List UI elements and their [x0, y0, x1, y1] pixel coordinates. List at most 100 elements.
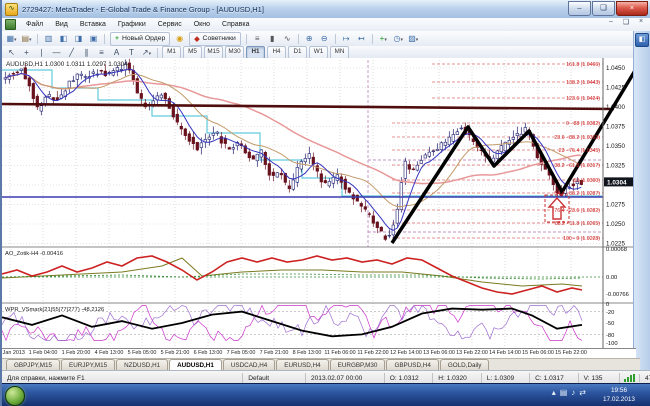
crosshair-tool-icon[interactable]: + — [20, 47, 33, 59]
toolbar-separator — [37, 34, 38, 44]
chart-shift-icon[interactable]: ↤ — [355, 33, 368, 45]
svg-text:0.00: 0.00 — [606, 275, 617, 281]
dropdown-arrow-icon: ▾ — [14, 37, 17, 43]
navigator-icon[interactable]: ◨ — [72, 33, 85, 45]
channel-tool-icon[interactable]: ∥ — [80, 47, 93, 59]
svg-text:-0.00766: -0.00766 — [606, 292, 629, 298]
svg-text:AO_Zotik-H4 -0.00416: AO_Zotik-H4 -0.00416 — [5, 251, 63, 257]
child-restore-button[interactable]: ❑ — [620, 18, 632, 26]
candlestick-chart-icon[interactable]: ▮ — [266, 33, 279, 45]
svg-text:23 - 76.4 (1.0345): 23 - 76.4 (1.0345) — [559, 148, 601, 154]
dropdown-arrow-icon: ▾ — [29, 37, 32, 43]
periods-icon[interactable]: ◷▾ — [392, 33, 405, 45]
svg-text:0.00068: 0.00068 — [606, 247, 627, 253]
app-icon: ∿ — [5, 3, 18, 16]
svg-text:38.2 - 61.8 (1.0317): 38.2 - 61.8 (1.0317) — [554, 163, 600, 169]
status-open: O: 1.0312 — [385, 373, 433, 384]
fibonacci-tool-icon[interactable]: ≡ — [95, 47, 108, 59]
title-bar[interactable]: ∿ 2729427: MetaTrader - E-Global Trade &… — [2, 0, 650, 19]
taskbar-clock[interactable]: 19:56 17.02.2013 — [592, 386, 646, 404]
toolbar-separator — [372, 34, 373, 44]
expert-advisors-button-icon: ◆ — [194, 35, 199, 43]
svg-text:1.0350: 1.0350 — [606, 143, 625, 150]
windows-taskbar: ▴ ▤♪ ⇄ 19:56 17.02.2013 — [2, 383, 650, 406]
svg-text:88.2 - 11.8 (1.0265): 88.2 - 11.8 (1.0265) — [555, 221, 600, 227]
indicators-icon[interactable]: +▾ — [377, 33, 390, 45]
chart-canvas[interactable]: 1.04501.04251.04001.03751.03501.03251.02… — [2, 58, 636, 348]
line-chart-icon[interactable]: ∿ — [281, 33, 294, 45]
price-chart[interactable]: 1.04501.04251.04001.03751.03501.03251.02… — [2, 58, 636, 348]
svg-text:1.0400: 1.0400 — [606, 104, 625, 111]
menu-графики[interactable]: Графики — [112, 18, 152, 31]
status-close: C: 1.0317 — [530, 373, 578, 384]
tray-expand-icon[interactable]: ▴ — [552, 388, 556, 397]
menu-справка[interactable]: Справка — [216, 18, 255, 31]
status-high: H: 1.0320 — [433, 373, 481, 384]
tray-volume-icon[interactable]: ♪ — [571, 388, 575, 397]
svg-text:123.6 (1.0424): 123.6 (1.0424) — [566, 96, 600, 102]
shapes-tool-icon[interactable]: ↗▾ — [140, 47, 153, 59]
close-button[interactable]: × — [616, 1, 648, 16]
new-chart-icon[interactable]: ▦▾ — [5, 33, 18, 45]
templates-icon[interactable]: ▨▾ — [407, 33, 420, 45]
tray-network-icon[interactable]: ⇄ — [579, 388, 586, 397]
market-watch-icon[interactable]: ▥ — [42, 33, 55, 45]
profiles-icon[interactable]: ▤▾ — [20, 33, 33, 45]
label-tool-icon[interactable]: T — [125, 47, 138, 59]
svg-text:-80: -80 — [606, 333, 614, 339]
dropdown-arrow-icon: ▾ — [149, 51, 152, 57]
zoom-in-icon[interactable]: ⊕ — [303, 33, 316, 45]
metaeditor-icon[interactable]: ◉ — [173, 33, 186, 45]
expert-advisors-button[interactable]: ◆Советники — [189, 32, 240, 46]
clock-date: 17.02.2013 — [592, 395, 646, 404]
trendline-tool-icon[interactable]: ╱ — [65, 47, 78, 59]
right-scrollbar[interactable]: ◧ — [633, 31, 650, 370]
menu-вставка[interactable]: Вставка — [74, 18, 112, 31]
toolbar-separator — [335, 34, 336, 44]
svg-text:1.0250: 1.0250 — [606, 221, 625, 228]
child-close-button[interactable]: × — [635, 18, 647, 26]
horizontal-line-tool-icon[interactable]: — — [50, 47, 63, 59]
zoom-out-icon[interactable]: ⊖ — [318, 33, 331, 45]
maximize-button[interactable]: ❑ — [592, 1, 615, 16]
auto-scroll-icon[interactable]: ↦ — [340, 33, 353, 45]
new-order-button[interactable]: +Новый Ордер — [110, 32, 170, 46]
clock-time: 19:56 — [592, 386, 646, 395]
metatrader-window: ∿ 2729427: MetaTrader - E-Global Trade &… — [0, 0, 650, 406]
svg-text:1.0325: 1.0325 — [606, 163, 625, 170]
text-tool-icon[interactable]: A — [110, 47, 123, 59]
svg-text:50 (1.0300): 50 (1.0300) — [573, 178, 600, 184]
svg-text:-100: -100 — [606, 341, 618, 347]
data-window-icon[interactable]: ◧ — [57, 33, 70, 45]
menu-окно[interactable]: Окно — [188, 18, 216, 31]
chart-window-icon — [5, 19, 16, 30]
bar-chart-icon[interactable]: ≡ — [251, 33, 264, 45]
toolbar-separator — [104, 34, 105, 44]
minimize-button[interactable]: – — [568, 1, 591, 16]
new-order-button-icon: + — [115, 35, 119, 42]
vertical-line-tool-icon[interactable]: ∣ — [35, 47, 48, 59]
svg-text:0: 0 — [606, 302, 609, 308]
menu-сервис[interactable]: Сервис — [152, 18, 188, 31]
child-minimize-button[interactable]: – — [605, 18, 617, 26]
menu-вид[interactable]: Вид — [49, 18, 74, 31]
dropdown-arrow-icon: ▾ — [384, 37, 387, 43]
terminal-icon[interactable]: ▣ — [87, 33, 100, 45]
connection-status-icon — [620, 374, 640, 382]
svg-text:1.0304: 1.0304 — [607, 179, 627, 186]
menu-файл[interactable]: Файл — [20, 18, 49, 31]
svg-text:0 - 88 (1.0382): 0 - 88 (1.0382) — [566, 121, 600, 127]
status-traffic: 478/2 kb — [640, 373, 650, 384]
new-order-button-label: Новый Ордер — [122, 35, 165, 42]
scroll-button[interactable]: ◧ — [635, 33, 649, 47]
status-profile[interactable]: Default — [243, 373, 306, 384]
tray-action-center-icon[interactable]: ▤ — [560, 388, 568, 397]
start-button[interactable] — [5, 386, 25, 406]
svg-text:-50: -50 — [606, 321, 614, 327]
time-tick-label: 15 Feb 22:00 — [549, 350, 593, 356]
cursor-tool-icon[interactable]: ↖ — [5, 47, 18, 59]
standard-toolbar: ▦▾▤▾▥◧◨▣+Новый Ордер◉◆Советники≡▮∿⊕⊖↦↤+▾… — [2, 31, 634, 47]
status-bar-time: 2013.02.07 00:00 — [306, 373, 385, 384]
svg-text:-20: -20 — [606, 310, 614, 316]
status-low: L: 1.0309 — [482, 373, 530, 384]
